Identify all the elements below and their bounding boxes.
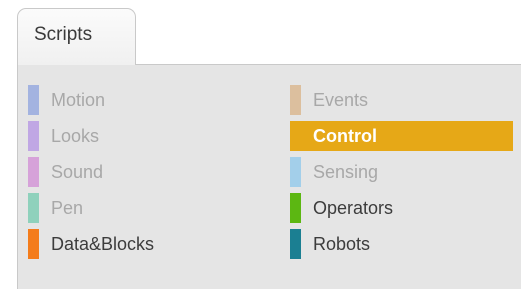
category-looks-label: Looks xyxy=(51,126,100,146)
category-pen-label: Pen xyxy=(51,198,84,218)
category-motion-label: Motion xyxy=(51,90,106,110)
category-operators[interactable]: Operators xyxy=(290,193,513,223)
robots-color-swatch xyxy=(290,229,301,259)
motion-color-swatch xyxy=(28,85,39,115)
category-robots[interactable]: Robots xyxy=(290,229,513,259)
operators-color-swatch xyxy=(290,193,301,223)
category-sound[interactable]: Sound xyxy=(28,157,268,187)
category-data-blocks[interactable]: Data&Blocks xyxy=(28,229,268,259)
looks-color-swatch xyxy=(28,121,39,151)
events-color-swatch xyxy=(290,85,301,115)
sensing-color-swatch xyxy=(290,157,301,187)
category-control-label: Control xyxy=(313,126,377,146)
category-operators-label: Operators xyxy=(313,198,394,218)
scripts-palette: Scripts Motion Looks Sound Pen Data&Bloc… xyxy=(0,0,521,289)
category-looks[interactable]: Looks xyxy=(28,121,268,151)
category-events-label: Events xyxy=(313,90,369,110)
tab-scripts-label: Scripts xyxy=(34,24,93,45)
category-sound-label: Sound xyxy=(51,162,104,182)
category-robots-label: Robots xyxy=(313,234,371,254)
pen-color-swatch xyxy=(28,193,39,223)
sound-color-swatch xyxy=(28,157,39,187)
data-blocks-color-swatch xyxy=(28,229,39,259)
category-events[interactable]: Events xyxy=(290,85,513,115)
category-control[interactable]: Control xyxy=(290,121,513,151)
category-data-blocks-label: Data&Blocks xyxy=(51,234,155,254)
tab-scripts[interactable]: Scripts xyxy=(17,8,136,65)
category-motion[interactable]: Motion xyxy=(28,85,268,115)
category-panel: Motion Looks Sound Pen Data&Blocks Event… xyxy=(17,64,521,289)
category-sensing-label: Sensing xyxy=(313,162,379,182)
category-sensing[interactable]: Sensing xyxy=(290,157,513,187)
category-pen[interactable]: Pen xyxy=(28,193,268,223)
